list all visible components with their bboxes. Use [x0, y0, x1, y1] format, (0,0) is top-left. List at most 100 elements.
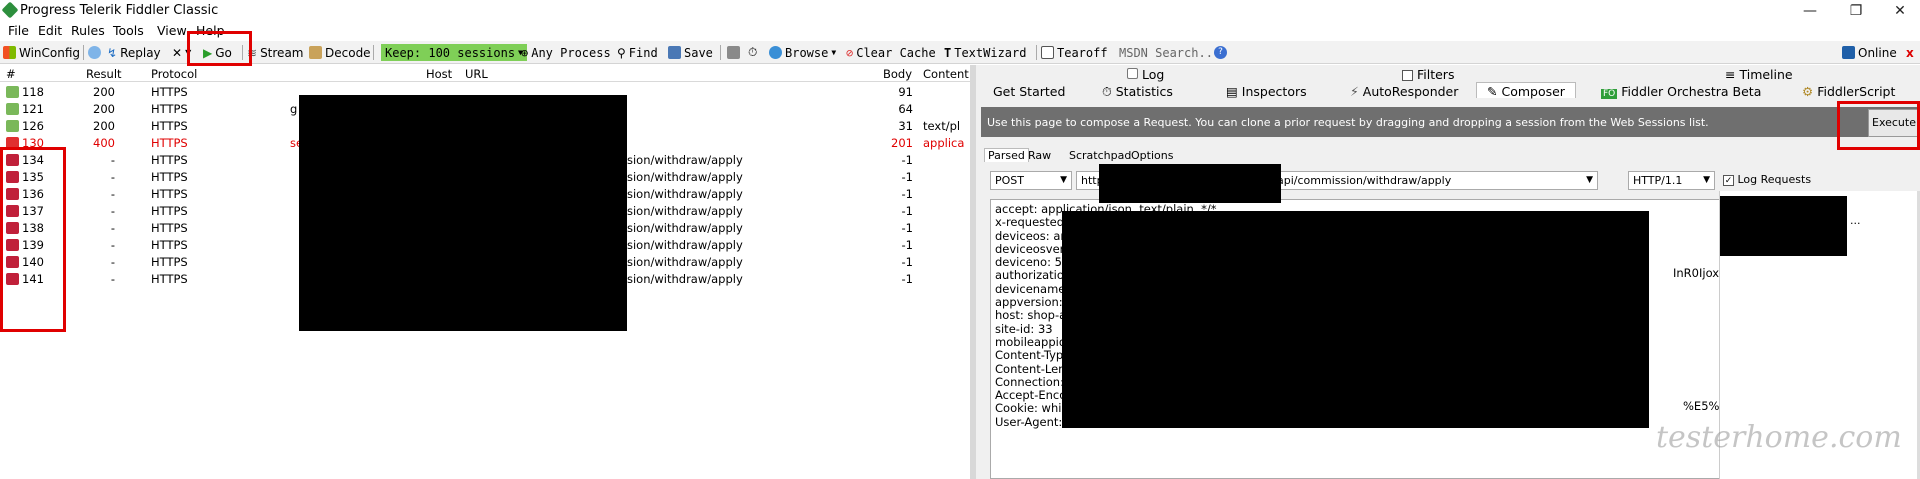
pending-sessions-highlight [0, 147, 66, 332]
subtab-parsed[interactable]: Parsed [984, 148, 1029, 162]
subtab-raw[interactable]: Raw [1028, 149, 1051, 162]
response-icon [6, 120, 19, 132]
any-process-button[interactable]: ⊕ Any Process [521, 44, 611, 61]
menu-rules[interactable]: Rules [71, 23, 105, 38]
keep-sessions-dropdown[interactable]: Keep: 100 sessions ▼ [381, 44, 527, 61]
log-requests-checkbox[interactable]: ✓ [1723, 174, 1734, 186]
menu-bar: File Edit Rules Tools View Help [0, 22, 1920, 40]
session-id: 126 [22, 119, 44, 133]
windows-icon [3, 46, 16, 59]
column-result[interactable]: Result [86, 67, 122, 81]
chevron-down-icon: ▼ [1060, 175, 1067, 185]
tab-autoresponder[interactable]: ⚡ AutoResponder [1350, 84, 1458, 99]
session-protocol: HTTPS [151, 221, 188, 235]
save-button[interactable]: Save [668, 44, 713, 61]
column-host[interactable]: Host [426, 67, 452, 81]
browse-button[interactable]: Browse ▼ [769, 44, 836, 61]
menu-file[interactable]: File [8, 23, 29, 38]
maximize-button[interactable]: ❐ [1838, 2, 1874, 20]
session-protocol: HTTPS [151, 238, 188, 252]
session-body: 31 [898, 119, 913, 133]
globe-icon [769, 46, 782, 59]
tab-fiddlerscript[interactable]: ⚙ FiddlerScript [1802, 84, 1895, 99]
session-protocol: HTTPS [151, 255, 188, 269]
camera-icon [727, 46, 740, 59]
subtab-options[interactable]: Options [1131, 149, 1173, 162]
winconfig-button[interactable]: WinConfig [3, 44, 80, 61]
session-result: 200 [93, 119, 115, 133]
tearoff-button[interactable]: Tearoff [1041, 44, 1108, 61]
session-result: - [110, 272, 115, 286]
http-version-select[interactable]: HTTP/1.1 ▼ [1628, 171, 1715, 190]
script-icon: ⚙ [1802, 84, 1814, 99]
textwizard-icon: T [944, 45, 952, 60]
network-icon [1842, 46, 1855, 59]
method-select[interactable]: POST ▼ [990, 171, 1072, 190]
tab-log[interactable]: Log [1127, 67, 1164, 82]
filters-checkbox[interactable] [1402, 70, 1413, 81]
session-id: 121 [22, 102, 44, 116]
menu-view[interactable]: View [157, 23, 187, 38]
minimize-button[interactable]: — [1792, 2, 1828, 20]
lightning-icon: ⚡ [1350, 84, 1359, 99]
chevron-down-icon: ▼ [831, 48, 837, 57]
comment-button[interactable] [88, 44, 101, 61]
replay-button[interactable]: ↯ Replay [107, 44, 161, 61]
tab-timeline[interactable]: ≡ Timeline [1725, 67, 1793, 82]
column-id[interactable]: # [6, 67, 16, 81]
screenshot-button[interactable] [727, 44, 740, 61]
column-url[interactable]: URL [465, 67, 488, 81]
session-result: - [110, 153, 115, 167]
session-result: - [110, 221, 115, 235]
textwizard-button[interactable]: T TextWizard [944, 44, 1026, 61]
session-body: -1 [901, 170, 913, 184]
tab-filters[interactable]: Filters [1402, 67, 1454, 82]
msdn-search-input[interactable]: MSDN Search... [1119, 44, 1220, 61]
column-body[interactable]: Body [883, 67, 912, 81]
log-requests-toggle[interactable]: ✓ Log Requests [1723, 173, 1811, 186]
composer-info-bar: Use this page to compose a Request. You … [981, 107, 1920, 137]
session-protocol: HTTPS [151, 187, 188, 201]
tab-fiddler-orchestra[interactable]: FO Fiddler Orchestra Beta [1601, 84, 1761, 99]
session-url: sion/withdraw/apply [627, 255, 743, 269]
online-indicator[interactable]: Online [1842, 44, 1897, 61]
orchestra-icon: FO [1601, 89, 1618, 99]
clear-cache-button[interactable]: ⊘ Clear Cache [846, 44, 936, 61]
crosshair-icon: ⊕ [521, 45, 529, 60]
replay-icon: ↯ [107, 45, 118, 60]
session-result: 400 [93, 136, 115, 150]
timer-button[interactable]: ⏱ [748, 44, 757, 61]
session-url: sion/withdraw/apply [627, 204, 743, 218]
comment-icon [88, 46, 101, 59]
tab-inspectors[interactable]: ▤ Inspectors [1226, 84, 1307, 99]
session-body: -1 [901, 255, 913, 269]
binoculars-icon: ⚲ [617, 45, 626, 60]
close-toolbar-icon[interactable]: x [1906, 44, 1914, 61]
stream-button[interactable]: ≋ Stream [247, 44, 303, 61]
go-highlight-annotation [187, 31, 252, 66]
tab-get-started[interactable]: Get Started [993, 84, 1065, 99]
session-body: -1 [901, 153, 913, 167]
title-bar: Progress Telerik Fiddler Classic — ❐ ✕ [0, 0, 1920, 22]
session-url: sion/withdraw/apply [627, 221, 743, 235]
tab-statistics[interactable]: ⏱ Statistics [1102, 84, 1173, 100]
session-protocol: HTTPS [151, 204, 188, 218]
session-result: 200 [93, 102, 115, 116]
tab-composer[interactable]: ✎ Composer [1476, 82, 1576, 99]
help-button[interactable]: ? [1214, 44, 1227, 61]
decode-button[interactable]: Decode [309, 44, 371, 61]
column-content[interactable]: Content [923, 67, 969, 81]
session-url: sion/withdraw/apply [627, 153, 743, 167]
session-body: 91 [898, 85, 913, 99]
subtab-scratchpad[interactable]: Scratchpad [1069, 149, 1131, 162]
session-body: -1 [901, 187, 913, 201]
session-protocol: HTTPS [151, 102, 188, 116]
save-icon [668, 46, 681, 59]
column-protocol[interactable]: Protocol [151, 67, 197, 81]
menu-edit[interactable]: Edit [38, 23, 62, 38]
menu-tools[interactable]: Tools [113, 23, 144, 38]
watermark-text: testerhome.com [1656, 420, 1902, 455]
session-protocol: HTTPS [151, 85, 188, 99]
close-window-button[interactable]: ✕ [1882, 2, 1918, 20]
find-button[interactable]: ⚲ Find [617, 44, 658, 61]
